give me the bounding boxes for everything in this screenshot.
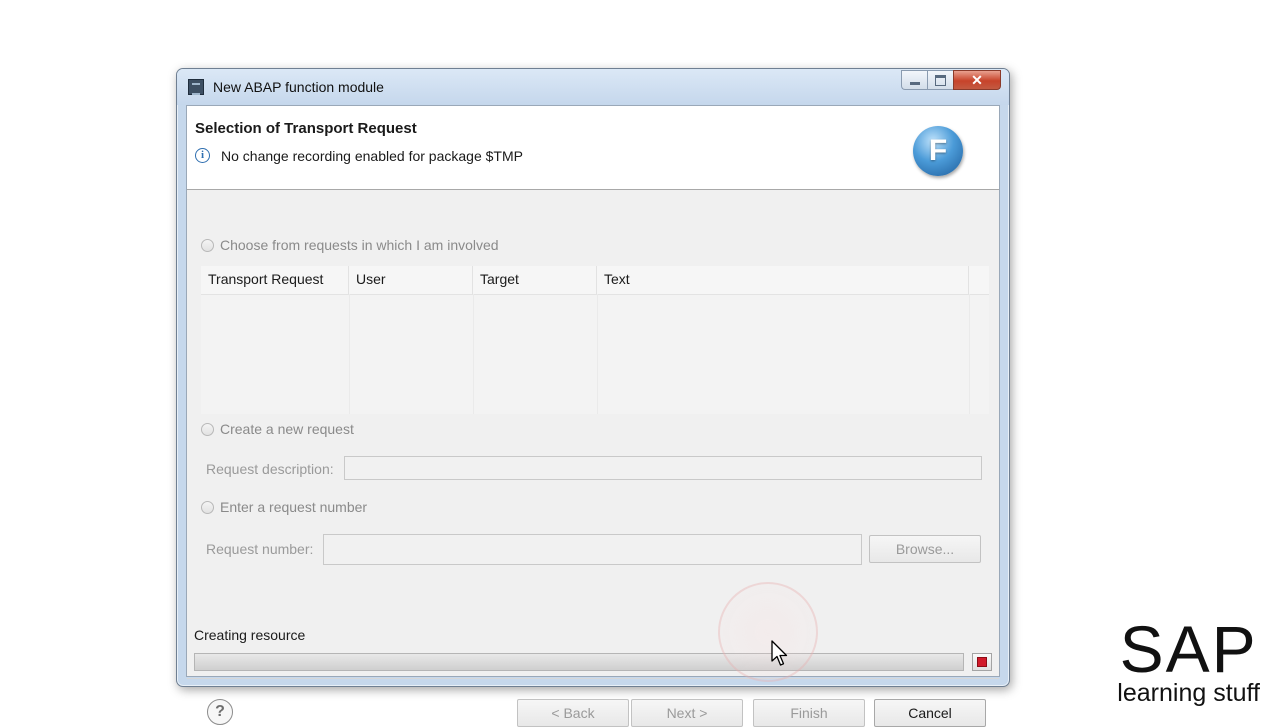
finish-button[interactable]: Finish <box>753 699 865 727</box>
progress-bar <box>194 653 964 671</box>
wizard-function-icon: F <box>913 126 963 176</box>
column-header-target[interactable]: Target <box>473 266 597 294</box>
dialog-window: New ABAP function module ✕ Selection of … <box>176 68 1010 727</box>
radio-choose-label: Choose from requests in which I am invol… <box>220 237 499 253</box>
footer-divider <box>187 678 999 679</box>
logo-text: SAP <box>1119 612 1258 686</box>
transport-request-table[interactable]: Transport Request User Target Text <box>201 266 989 414</box>
info-icon: i <box>195 148 210 163</box>
table-column-body <box>473 294 598 414</box>
table-column-body <box>597 294 970 414</box>
minimize-button[interactable] <box>901 70 927 90</box>
column-header-user[interactable]: User <box>349 266 473 294</box>
radio-enter-request-number[interactable]: Enter a request number <box>201 499 367 515</box>
column-header-text[interactable]: Text <box>597 266 969 294</box>
radio-button[interactable] <box>201 500 214 514</box>
request-number-field[interactable] <box>323 534 862 565</box>
request-description-field[interactable] <box>344 456 982 480</box>
radio-create-request[interactable]: Create a new request <box>201 421 354 437</box>
logo-subtext: learning stuff <box>1117 679 1260 707</box>
request-description-label: Request description: <box>206 461 334 477</box>
stop-button[interactable] <box>972 653 992 671</box>
radio-button[interactable] <box>201 238 214 252</box>
browse-button[interactable]: Browse... <box>869 535 981 563</box>
table-column-body <box>349 294 474 414</box>
wizard-header: Selection of Transport Request i No chan… <box>187 106 999 190</box>
radio-create-label: Create a new request <box>220 421 354 437</box>
cancel-button[interactable]: Cancel <box>874 699 986 727</box>
radio-button[interactable] <box>201 422 214 436</box>
back-button[interactable]: < Back <box>517 699 629 727</box>
progress-label: Creating resource <box>194 627 306 643</box>
table-column-body <box>201 294 350 414</box>
close-icon: ✕ <box>971 71 983 88</box>
title-bar[interactable]: New ABAP function module ✕ <box>177 69 1009 105</box>
app-window-icon <box>188 79 204 95</box>
dialog-client-area: Selection of Transport Request i No chan… <box>186 105 1000 727</box>
minimize-icon <box>909 81 920 85</box>
radio-choose-request[interactable]: Choose from requests in which I am invol… <box>201 237 499 253</box>
close-button[interactable]: ✕ <box>953 70 1001 90</box>
mouse-cursor-icon <box>771 640 788 666</box>
table-header: Transport Request User Target Text <box>201 266 989 295</box>
sap-logo: SAP learning stuff <box>1117 612 1260 707</box>
request-number-label: Request number: <box>206 541 314 557</box>
maximize-icon <box>935 74 946 86</box>
caption-buttons: ✕ <box>901 70 1001 92</box>
radio-enter-label: Enter a request number <box>220 499 368 515</box>
help-icon[interactable]: ? <box>207 699 233 725</box>
progress-bar-fill <box>195 654 963 670</box>
column-header-transport-request[interactable]: Transport Request <box>201 266 349 294</box>
window-title: New ABAP function module <box>213 79 384 95</box>
info-message: No change recording enabled for package … <box>221 148 523 164</box>
next-button[interactable]: Next > <box>631 699 743 727</box>
page-title: Selection of Transport Request <box>195 120 417 137</box>
stop-icon <box>977 657 987 667</box>
maximize-button[interactable] <box>927 70 953 90</box>
